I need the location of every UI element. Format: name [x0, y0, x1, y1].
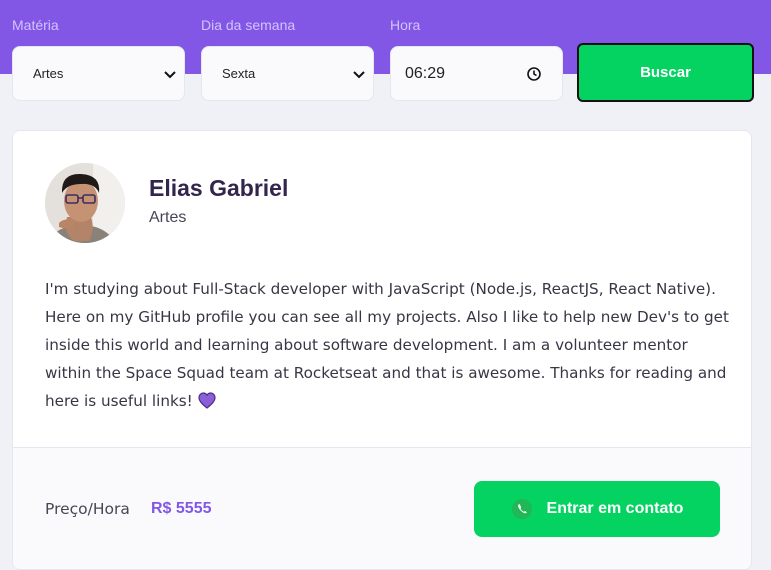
subject-filter-label: Matéria — [12, 17, 59, 33]
price-label: Preço/Hora — [45, 500, 130, 518]
purple-heart-icon — [198, 392, 216, 409]
teacher-bio-text: I'm studying about Full-Stack developer … — [45, 280, 729, 410]
avatar-image — [45, 163, 125, 243]
contact-button-label: Entrar em contato — [546, 500, 684, 517]
time-input[interactable]: 06:29 — [390, 46, 563, 101]
weekday-filter-label: Dia da semana — [201, 17, 296, 33]
avatar — [45, 163, 125, 243]
weekday-select[interactable]: Sexta — [201, 46, 374, 101]
subject-select-value: Artes — [33, 66, 64, 81]
subject-select[interactable]: Artes — [12, 46, 185, 101]
chevron-down-icon — [353, 70, 365, 78]
whatsapp-icon — [511, 499, 532, 519]
chevron-down-icon — [164, 70, 176, 78]
clock-icon[interactable] — [526, 66, 542, 82]
teacher-subject: Artes — [149, 209, 187, 226]
teacher-bio: I'm studying about Full-Stack developer … — [45, 275, 735, 415]
time-input-value: 06:29 — [405, 64, 446, 82]
card-footer: Preço/Hora R$ 5555 Entrar em contato — [13, 447, 751, 569]
teacher-card: Elias Gabriel Artes I'm studying about F… — [12, 130, 752, 570]
price-value: R$ 5555 — [151, 500, 212, 517]
teacher-name: Elias Gabriel — [149, 175, 289, 201]
weekday-select-value: Sexta — [222, 66, 256, 81]
time-filter-label: Hora — [390, 17, 421, 33]
contact-button[interactable]: Entrar em contato — [474, 481, 720, 537]
search-button[interactable]: Buscar — [577, 43, 754, 102]
